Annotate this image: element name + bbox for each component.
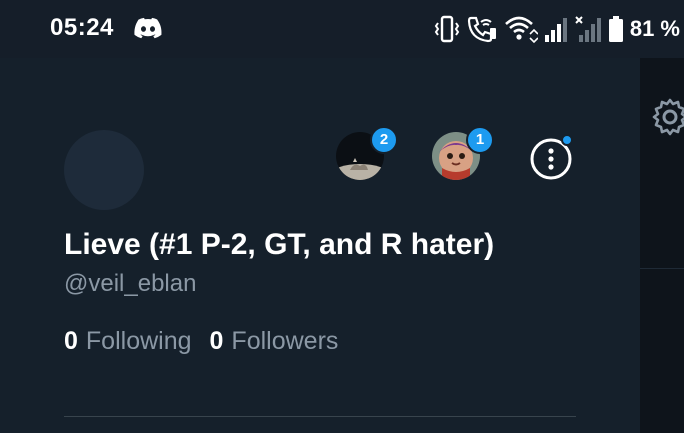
following-link[interactable]: 0 Following xyxy=(64,327,192,356)
avatar[interactable] xyxy=(64,130,144,210)
vibrate-icon xyxy=(434,15,460,43)
gear-icon[interactable] xyxy=(650,97,684,137)
account-switch-2[interactable]: 1 xyxy=(432,126,494,180)
signal-icon xyxy=(544,18,567,42)
discord-icon xyxy=(134,17,162,39)
battery-percent: 81 % xyxy=(629,16,680,41)
followers-count: 0 xyxy=(209,327,224,355)
notification-badge: 1 xyxy=(466,126,494,154)
status-icons: 81 % xyxy=(434,13,680,45)
background-panel xyxy=(640,58,684,433)
notification-badge: 2 xyxy=(370,126,398,154)
wifi-calling-icon xyxy=(467,16,496,43)
following-label: Following xyxy=(85,327,192,355)
display-name: Lieve (#1 P-2, GT, and R hater) xyxy=(64,228,495,261)
divider xyxy=(64,416,576,417)
user-handle: @veil_eblan xyxy=(64,270,197,297)
wifi-icon xyxy=(504,16,538,44)
battery-icon xyxy=(608,16,623,42)
profile-drawer: 2 1 Lieve (#1 P-2, GT, and R hater) @vei… xyxy=(0,58,640,433)
follow-stats: 0 Following 0 Followers xyxy=(64,327,338,356)
side-divider xyxy=(640,268,684,269)
signal-no-service-icon xyxy=(575,16,601,42)
following-count: 0 xyxy=(64,327,78,355)
status-bar: 05:24 81 % xyxy=(0,0,684,58)
account-switch-1[interactable]: 2 xyxy=(336,126,398,180)
unread-dot xyxy=(561,134,573,146)
followers-link[interactable]: 0 Followers xyxy=(210,327,339,356)
status-time: 05:24 xyxy=(50,14,114,41)
followers-label: Followers xyxy=(231,327,339,355)
screen: 05:24 81 % 2 1 Lieve (#1 P-2, GT, and R … xyxy=(0,0,684,433)
